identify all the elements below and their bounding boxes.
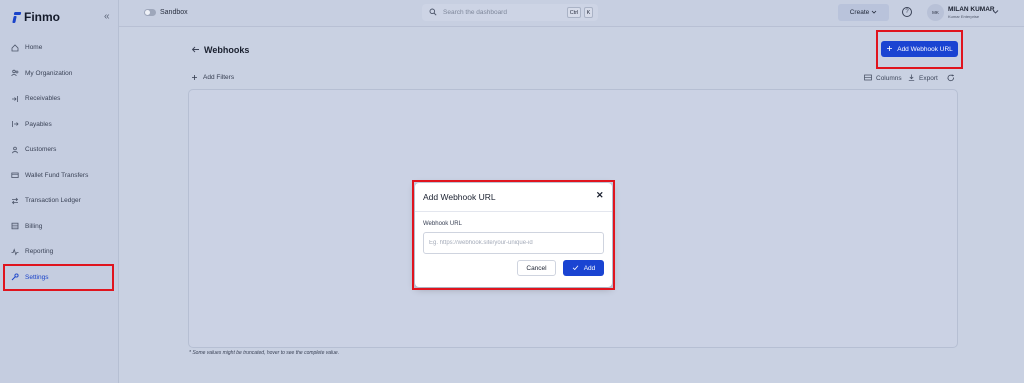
modal-highlight-box <box>412 180 615 290</box>
sidebar-item-customers[interactable]: Customers <box>0 137 119 163</box>
people-icon <box>11 69 19 77</box>
user-organization: Kumar Enterprise <box>948 14 980 19</box>
collapse-sidebar-icon[interactable]: « <box>104 11 110 22</box>
swap-icon <box>11 197 19 205</box>
help-icon[interactable]: ? <box>902 7 912 17</box>
sidebar-item-label: Transaction Ledger <box>25 197 81 205</box>
shortcut-k-key: K <box>584 7 593 18</box>
sidebar-item-label: Wallet Fund Transfers <box>25 171 89 179</box>
arrow-out-icon <box>11 120 19 128</box>
add-filters-button[interactable]: Add Filters <box>191 74 234 83</box>
pulse-icon <box>11 247 19 256</box>
brand-name: Finmo <box>24 10 60 24</box>
avatar[interactable]: MK <box>927 4 944 21</box>
finmo-logo-icon <box>13 12 21 23</box>
add-filters-label: Add Filters <box>203 74 235 81</box>
sidebar-item-billing[interactable]: Billing <box>0 214 119 240</box>
top-bar: Sandbox Search the dashboard Ctrl K Crea… <box>119 0 1024 27</box>
person-icon <box>11 146 19 154</box>
page-title: Webhooks <box>204 45 250 55</box>
sidebar-nav: Home My Organization Receivables Payable… <box>0 35 119 290</box>
settings-highlight-box <box>3 264 114 291</box>
create-button[interactable]: Create <box>838 4 889 21</box>
sidebar-item-wallet-fund-transfers[interactable]: Wallet Fund Transfers <box>0 163 119 189</box>
add-webhook-highlight-box <box>876 30 963 69</box>
columns-icon <box>864 74 872 83</box>
sidebar-item-label: Billing <box>25 222 43 230</box>
home-icon <box>11 44 19 52</box>
truncation-footnote: * Some values might be truncated, hover … <box>189 350 340 356</box>
search-icon <box>429 8 437 18</box>
sidebar-item-receivables[interactable]: Receivables <box>0 86 119 112</box>
stack-icon <box>11 222 19 230</box>
sidebar-item-label: Customers <box>25 146 57 154</box>
sidebar-item-reporting[interactable]: Reporting <box>0 239 119 265</box>
brand-logo[interactable]: Finmo <box>13 10 60 24</box>
plus-icon <box>191 74 198 83</box>
refresh-icon[interactable] <box>947 74 955 82</box>
sidebar-item-label: Payables <box>25 120 52 128</box>
wallet-icon <box>11 171 19 179</box>
sandbox-toggle[interactable]: Sandbox <box>144 9 188 16</box>
shortcut-ctrl-key: Ctrl <box>567 7 581 18</box>
search-placeholder: Search the dashboard <box>443 9 507 16</box>
sidebar-item-label: Home <box>25 44 43 52</box>
sidebar-item-transaction-ledger[interactable]: Transaction Ledger <box>0 188 119 214</box>
export-button[interactable]: Export <box>908 74 938 83</box>
arrow-in-icon <box>11 95 19 103</box>
sidebar-item-label: Reporting <box>25 248 54 256</box>
back-arrow-icon[interactable] <box>191 45 200 56</box>
sidebar-item-home[interactable]: Home <box>0 35 119 61</box>
toggle-switch-icon[interactable] <box>144 9 156 16</box>
columns-button[interactable]: Columns <box>864 74 902 83</box>
sidebar-item-label: Receivables <box>25 95 61 103</box>
sandbox-label: Sandbox <box>160 9 188 16</box>
user-menu-chevron-icon[interactable] <box>992 8 999 17</box>
sidebar-item-label: My Organization <box>25 69 73 77</box>
download-icon <box>908 74 915 83</box>
sidebar: Finmo « Home My Organization Receivables <box>0 0 119 383</box>
columns-label: Columns <box>876 75 902 82</box>
sidebar-item-my-organization[interactable]: My Organization <box>0 61 119 87</box>
export-label: Export <box>919 75 938 82</box>
chevron-down-icon <box>871 9 877 17</box>
user-name[interactable]: MILAN KUMAR <box>948 6 995 13</box>
search-bar[interactable]: Search the dashboard Ctrl K <box>422 4 598 21</box>
create-label: Create <box>849 9 870 16</box>
sidebar-item-payables[interactable]: Payables <box>0 112 119 138</box>
